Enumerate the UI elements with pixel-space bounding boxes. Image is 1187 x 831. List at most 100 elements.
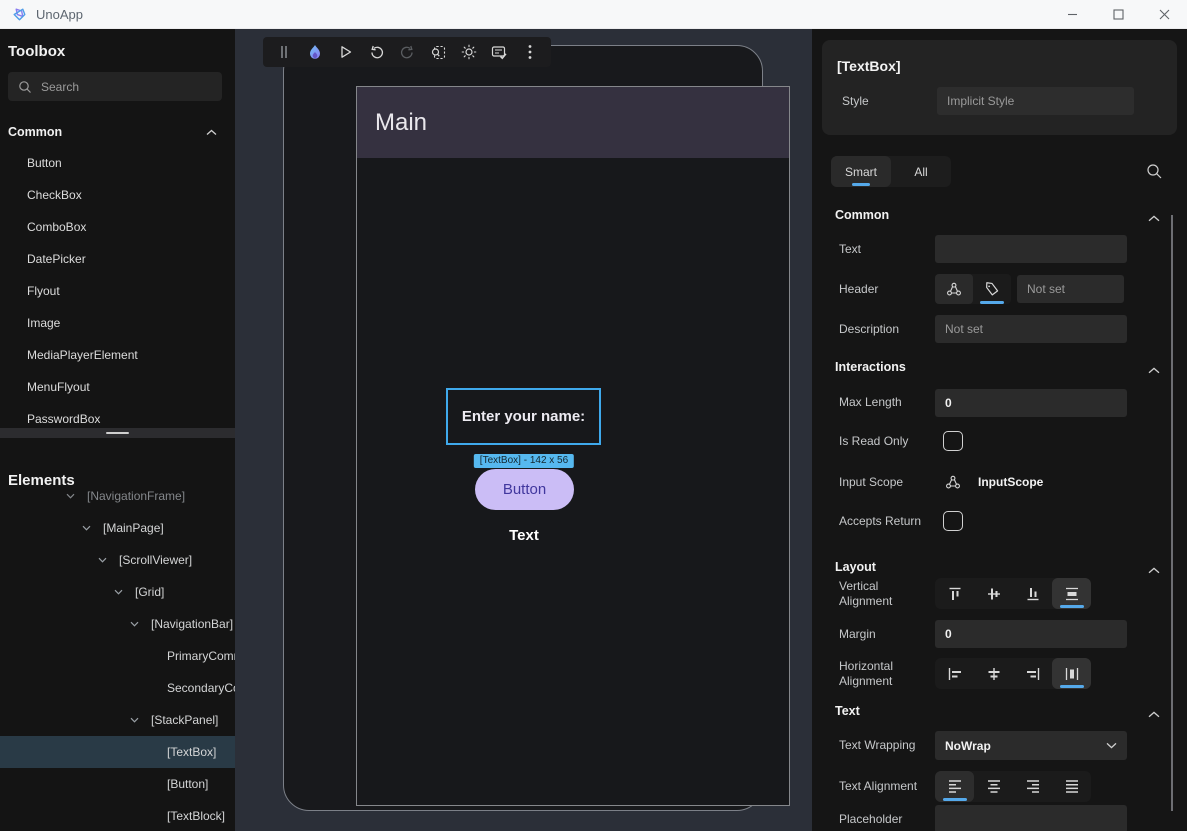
valign-top-icon[interactable] xyxy=(935,578,974,609)
hot-reload-flame-icon[interactable] xyxy=(304,41,326,63)
play-icon[interactable] xyxy=(335,41,357,63)
theme-brightness-icon[interactable] xyxy=(458,41,480,63)
search-icon[interactable] xyxy=(1146,163,1163,185)
margin-field[interactable] xyxy=(935,620,1127,648)
uno-logo-icon xyxy=(11,6,28,23)
close-button[interactable] xyxy=(1141,0,1187,29)
toolbox-item-flyout[interactable]: Flyout xyxy=(0,275,235,307)
prop-row-text-alignment: Text Alignment xyxy=(812,771,1187,801)
toolbox-title: Toolbox xyxy=(8,43,65,60)
valign-bottom-icon[interactable] xyxy=(1013,578,1052,609)
vertical-alignment-group xyxy=(935,578,1091,609)
maximize-icon xyxy=(1113,9,1124,20)
window-title: UnoApp xyxy=(36,7,83,22)
tree-item-navigationframe[interactable]: [NavigationFrame] xyxy=(0,480,235,512)
section-common: Common xyxy=(835,208,889,222)
binding-icon[interactable] xyxy=(935,274,973,304)
tree-item-textbox[interactable]: [TextBox] xyxy=(0,736,235,768)
placeholder-field[interactable] xyxy=(935,805,1127,831)
prop-row-vertical-alignment: Vertical Alignment xyxy=(812,578,1187,609)
section-text: Text xyxy=(835,704,860,718)
toolbox-item-checkbox[interactable]: CheckBox xyxy=(0,179,235,211)
halign-stretch-icon[interactable] xyxy=(1052,658,1091,689)
halign-center-icon[interactable] xyxy=(974,658,1013,689)
design-canvas[interactable]: Main Enter your name: [TextBox] - 142 x … xyxy=(235,29,812,831)
section-interactions: Interactions xyxy=(835,360,906,374)
header-field[interactable] xyxy=(1017,275,1124,303)
chevron-down-icon[interactable] xyxy=(130,717,139,723)
undo-icon[interactable] xyxy=(365,41,387,63)
panel-splitter[interactable] xyxy=(0,428,235,438)
toolbox-item-image[interactable]: Image xyxy=(0,307,235,339)
more-menu-icon[interactable] xyxy=(519,41,541,63)
toolbox-section-label: Common xyxy=(8,125,62,139)
maximize-button[interactable] xyxy=(1095,0,1141,29)
toolbar-drag-handle-icon[interactable] xyxy=(273,41,295,63)
chevron-up-icon[interactable] xyxy=(1148,361,1160,379)
valign-center-icon[interactable] xyxy=(974,578,1013,609)
prop-row-text-wrapping: Text Wrapping NoWrap xyxy=(812,731,1187,760)
halign-left-icon[interactable] xyxy=(935,658,974,689)
canvas-button-element[interactable]: Button xyxy=(475,469,574,510)
toolbox-item-mediaplayerelement[interactable]: MediaPlayerElement xyxy=(0,339,235,371)
splitter-grip xyxy=(106,432,129,434)
header-mode-toggle xyxy=(935,274,1011,304)
toolbox-item-menuflyout[interactable]: MenuFlyout xyxy=(0,371,235,403)
valign-stretch-icon[interactable] xyxy=(1052,578,1091,609)
input-scope-value[interactable]: InputScope xyxy=(978,475,1043,489)
chevron-down-icon[interactable] xyxy=(82,525,91,531)
toolbox-section-common[interactable]: Common xyxy=(0,120,235,144)
is-read-only-checkbox[interactable] xyxy=(943,431,963,451)
chevron-down-icon[interactable] xyxy=(66,493,75,499)
tree-item-stackpanel[interactable]: [StackPanel] xyxy=(0,704,235,736)
prop-row-is-read-only: Is Read Only xyxy=(812,430,1187,452)
active-toggle-indicator xyxy=(980,301,1004,304)
accepts-return-checkbox[interactable] xyxy=(943,511,963,531)
tree-item-button[interactable]: [Button] xyxy=(0,768,235,800)
text-align-center-icon[interactable] xyxy=(974,771,1013,802)
style-field[interactable] xyxy=(937,87,1134,115)
tree-item-primarycommands[interactable]: PrimaryCommands xyxy=(0,640,235,672)
chevron-down-icon[interactable] xyxy=(130,621,139,627)
text-align-left-icon[interactable] xyxy=(935,771,974,802)
chevron-up-icon[interactable] xyxy=(1148,561,1160,579)
minimize-button[interactable] xyxy=(1049,0,1095,29)
tag-icon[interactable] xyxy=(973,274,1011,304)
canvas-textblock-element[interactable]: Text xyxy=(509,527,539,544)
horizontal-alignment-group xyxy=(935,658,1091,689)
prop-row-input-scope: Input Scope InputScope xyxy=(812,472,1187,492)
chevron-down-icon[interactable] xyxy=(98,557,107,563)
search-input[interactable] xyxy=(41,80,201,94)
designer-toolbar xyxy=(263,37,551,67)
tree-item-grid[interactable]: [Grid] xyxy=(0,576,235,608)
chevron-up-icon[interactable] xyxy=(1148,705,1160,723)
halign-right-icon[interactable] xyxy=(1013,658,1052,689)
tree-item-textblock[interactable]: [TextBlock] xyxy=(0,800,235,831)
text-wrapping-dropdown[interactable]: NoWrap xyxy=(935,731,1127,760)
app-screen[interactable]: Main xyxy=(356,86,790,806)
device-settings-icon[interactable] xyxy=(488,41,510,63)
panel-scrollbar[interactable] xyxy=(1171,215,1173,811)
element-picker-icon[interactable] xyxy=(427,41,449,63)
tab-all[interactable]: All xyxy=(891,156,951,187)
max-length-field[interactable] xyxy=(935,389,1127,417)
description-field[interactable] xyxy=(935,315,1127,343)
selected-textbox-element[interactable]: Enter your name: xyxy=(446,388,601,445)
text-field[interactable] xyxy=(935,235,1127,263)
tree-item-mainpage[interactable]: [MainPage] xyxy=(0,512,235,544)
prop-row-header: Header xyxy=(812,274,1187,304)
tree-item-scrollviewer[interactable]: [ScrollViewer] xyxy=(0,544,235,576)
text-align-justify-icon[interactable] xyxy=(1052,771,1091,802)
tree-item-navigationbar[interactable]: [NavigationBar] xyxy=(0,608,235,640)
toolbox-item-combobox[interactable]: ComboBox xyxy=(0,211,235,243)
redo-icon[interactable] xyxy=(396,41,418,63)
tree-item-secondarycommands[interactable]: SecondaryCommands xyxy=(0,672,235,704)
toolbox-search[interactable] xyxy=(8,72,222,101)
toolbox-item-datepicker[interactable]: DatePicker xyxy=(0,243,235,275)
toolbox-item-button[interactable]: Button xyxy=(0,147,235,179)
chevron-up-icon[interactable] xyxy=(1148,209,1160,227)
chevron-down-icon[interactable] xyxy=(114,589,123,595)
text-align-right-icon[interactable] xyxy=(1013,771,1052,802)
prop-row-horizontal-alignment: Horizontal Alignment xyxy=(812,658,1187,689)
tab-smart[interactable]: Smart xyxy=(831,156,891,187)
